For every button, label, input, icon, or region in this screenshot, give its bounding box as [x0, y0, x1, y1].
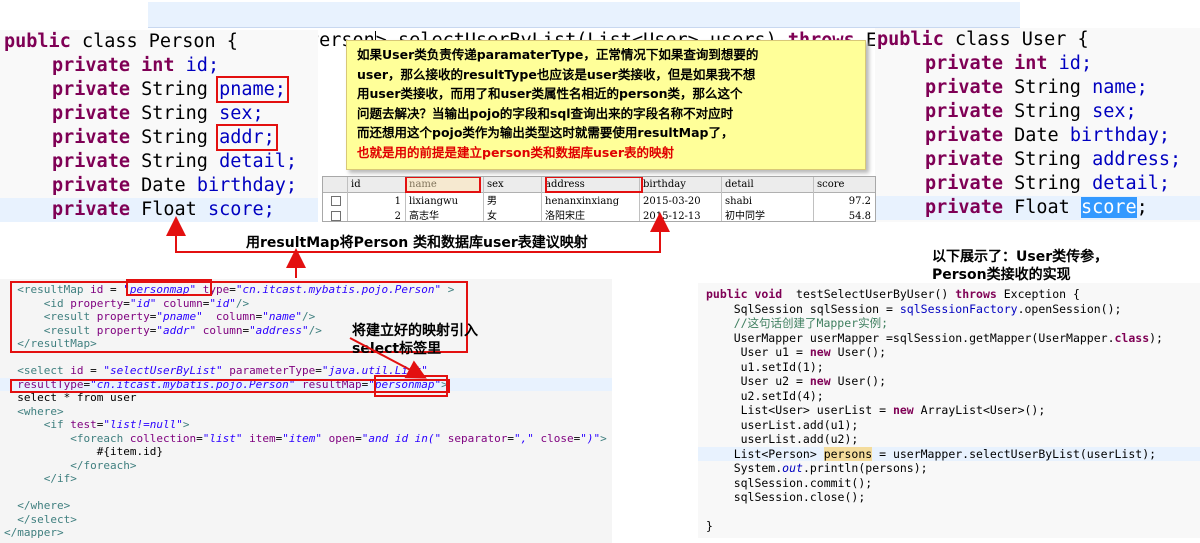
arrow-to-select-resultmap [349, 337, 427, 379]
annotation-arrows [166, 212, 670, 379]
connector-line-person [175, 212, 670, 253]
